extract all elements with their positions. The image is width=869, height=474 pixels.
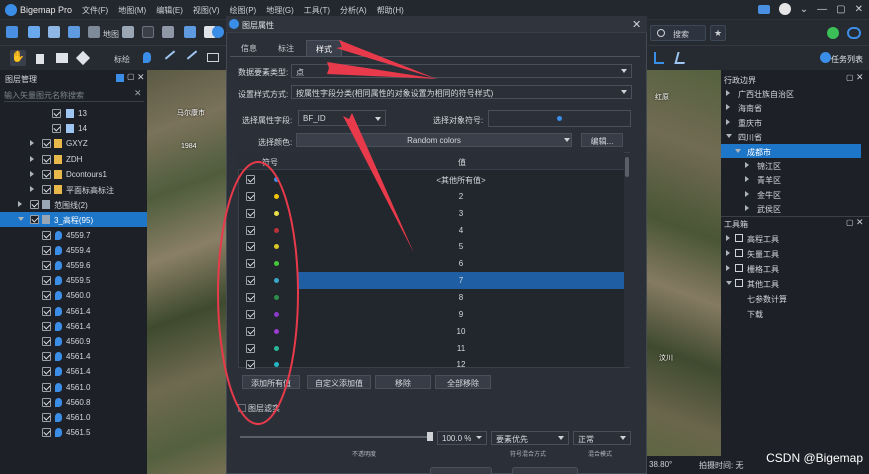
- annotation-arrow: [343, 113, 414, 253]
- annotation-ellipse: [217, 161, 299, 425]
- annotation-arrow: [327, 62, 438, 79]
- annotation-overlay: [217, 40, 438, 425]
